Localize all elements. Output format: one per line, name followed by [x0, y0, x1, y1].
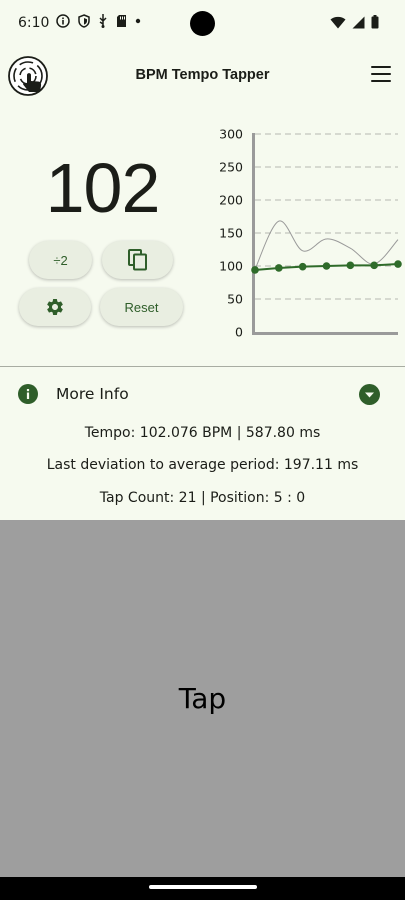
y-tick-label: 300 [219, 127, 243, 142]
gear-icon [47, 298, 63, 315]
copy-icon [127, 249, 147, 271]
hamburger-menu-icon[interactable] [371, 66, 391, 82]
wifi-icon [330, 16, 346, 28]
info-icon [18, 384, 38, 404]
more-info-title: More Info [56, 385, 129, 403]
average-tempo-point [322, 262, 331, 270]
info-notification-icon [56, 14, 70, 28]
y-tick-label: 200 [219, 193, 243, 208]
reset-label: Reset [124, 299, 159, 315]
reset-button[interactable]: Reset [100, 288, 183, 326]
y-tick-label: 150 [219, 226, 243, 241]
average-tempo-point [298, 262, 307, 271]
shield-notification-icon [78, 14, 90, 28]
settings-button[interactable] [19, 288, 91, 326]
y-tick-label: 0 [235, 325, 243, 340]
status-bar: 6:10 [0, 0, 405, 48]
app-bar: BPM Tempo Tapper [0, 48, 405, 104]
y-tick-label: 50 [227, 292, 243, 307]
status-system-icons [330, 15, 379, 29]
half-tempo-button[interactable]: ÷2 [29, 241, 92, 279]
battery-icon [371, 15, 379, 29]
average-tempo-point [394, 260, 402, 268]
status-notification-icons [56, 14, 141, 28]
tap-area[interactable]: Tap [0, 520, 405, 877]
tap-label: Tap [178, 682, 227, 715]
home-gesture-handle[interactable] [149, 885, 257, 889]
system-navigation-bar [0, 877, 405, 900]
y-tick-label: 100 [219, 259, 243, 274]
deviation-info-line: Last deviation to average period: 197.11… [46, 457, 359, 473]
raw-tempo-series-line [254, 220, 399, 270]
more-info-header[interactable]: More Info [0, 367, 405, 422]
camera-cutout [190, 11, 215, 36]
usb-notification-icon [99, 14, 107, 28]
status-time: 6:10 [18, 15, 50, 31]
tempo-info-line: Tempo: 102.076 BPM | 587.80 ms [84, 425, 321, 441]
app-title: BPM Tempo Tapper [135, 67, 270, 83]
bpm-display: 102 [45, 149, 161, 227]
copy-button[interactable] [102, 241, 173, 279]
average-tempo-point [346, 261, 355, 270]
tap-count-info-line: Tap Count: 21 | Position: 5 : 0 [99, 490, 306, 506]
average-tempo-point [251, 266, 259, 274]
dot-notification-icon [135, 18, 141, 24]
half-tempo-label: ÷2 [53, 252, 68, 268]
tempo-chart: 300 250 200 150 100 50 0 [219, 127, 402, 340]
average-tempo-point [370, 261, 378, 270]
y-tick-label: 250 [219, 160, 243, 175]
expand-toggle-icon[interactable] [359, 384, 380, 405]
average-tempo-point [275, 264, 283, 272]
sd-card-notification-icon [117, 15, 126, 27]
cell-signal-icon [352, 16, 365, 28]
